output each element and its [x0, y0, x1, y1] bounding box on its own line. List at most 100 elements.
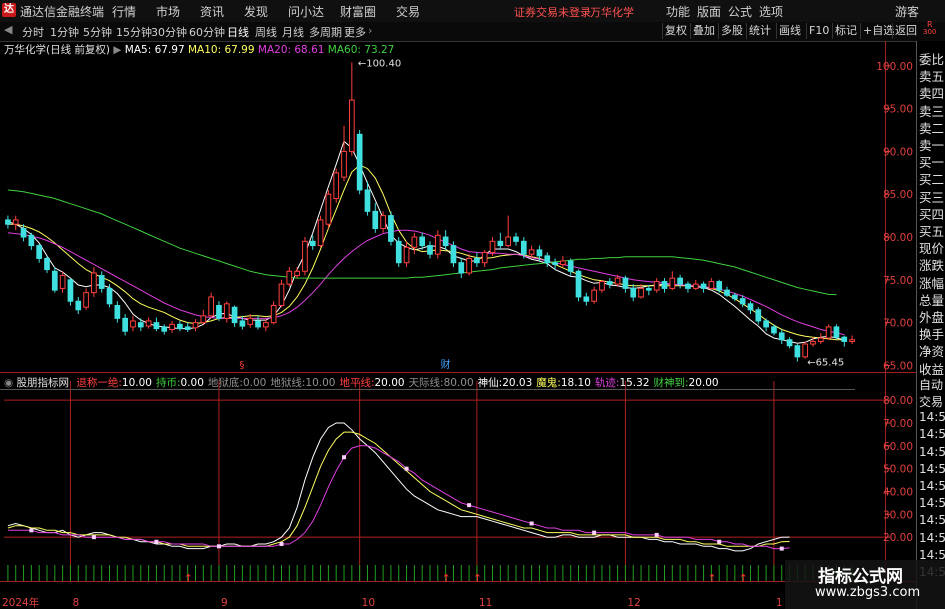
quote-panel-row[interactable]: 买一	[919, 152, 944, 171]
toolbar-button[interactable]: 标记	[832, 23, 859, 39]
candle-body	[145, 320, 152, 327]
candle-body	[419, 236, 426, 247]
period-tab[interactable]: 1分钟	[50, 24, 79, 40]
quote-panel-row[interactable]: 收益	[919, 359, 944, 378]
candle-body	[544, 255, 551, 264]
indicator-legend-value: 0.00	[242, 377, 267, 389]
candle-body	[677, 277, 683, 285]
period-tab[interactable]: 周线	[255, 24, 277, 40]
quote-panel-row[interactable]: 14:5	[919, 513, 945, 527]
quote-panel-row[interactable]: 委比	[919, 49, 944, 68]
quote-panel-row[interactable]: 涨跌	[919, 255, 944, 274]
period-tab[interactable]: 5分钟	[83, 24, 112, 40]
watermark: 指标公式网 www.zbgs3.com	[785, 560, 945, 609]
quote-panel-row[interactable]: 自动	[919, 376, 943, 393]
toolbar-button[interactable]: 叠加	[690, 23, 717, 39]
quote-panel-row[interactable]: 14:5	[919, 445, 945, 459]
candle-body	[802, 343, 809, 358]
quote-panel-row[interactable]: 现价	[919, 238, 944, 257]
x-tick-label: 10	[362, 597, 375, 609]
indicator-dot	[592, 530, 597, 535]
menu-item[interactable]: 资讯	[200, 3, 224, 20]
y-tick-label: 90.00	[883, 146, 913, 158]
quote-panel-row[interactable]: 卖三	[919, 101, 944, 120]
quote-panel-row[interactable]: 卖一	[919, 135, 944, 154]
quote-panel-row[interactable]: 买四	[919, 204, 944, 223]
indicator-legend-value: 10.00	[121, 377, 152, 389]
period-tab[interactable]: 多周期	[309, 24, 342, 40]
period-tab[interactable]: 60分钟	[189, 24, 225, 40]
candle-body	[622, 277, 629, 289]
candle-body	[20, 227, 27, 238]
toolbar-button[interactable]: 统计	[746, 23, 773, 39]
indicator-legend-value: 80.00	[443, 377, 474, 389]
quote-panel-row[interactable]: 涨幅	[919, 273, 944, 292]
app-title: 通达信金融终端	[20, 5, 105, 19]
quote-panel-row[interactable]: 14:5	[919, 496, 945, 510]
toolbar-button[interactable]: F10	[806, 23, 831, 39]
nav-left-icon[interactable]: ◀	[4, 23, 12, 36]
menu-item[interactable]: 行情	[112, 3, 136, 20]
period-tab[interactable]: 月线	[282, 24, 304, 40]
quote-panel-row[interactable]: 总量	[919, 290, 944, 309]
quote-panel-row[interactable]: 14:5	[919, 427, 945, 441]
dropdown-chevron-icon[interactable]: ›	[368, 24, 372, 37]
quote-panel-row[interactable]: 买二	[919, 169, 944, 188]
toolbar-button[interactable]: 复权	[662, 23, 689, 39]
quote-panel-row[interactable]: 换手	[919, 324, 944, 343]
y-tick-label: 40.00	[883, 486, 913, 498]
period-tab[interactable]: 分时	[22, 24, 44, 40]
menu-item[interactable]: 市场	[156, 3, 180, 20]
candle-body	[364, 189, 371, 212]
period-tab[interactable]: 30分钟	[151, 24, 187, 40]
indicator-dot	[91, 535, 96, 540]
menu-item-right[interactable]: 版面	[697, 3, 721, 20]
candle-body	[614, 277, 621, 285]
kline-chart[interactable]: ←100.40←65.45§ 财 ↑ ↑ ↑ ↑ ↑ 65.0070.0075.0080.…	[0, 41, 916, 609]
quote-panel-row[interactable]: 14:5	[919, 479, 945, 493]
quote-panel-row[interactable]: 交易	[919, 393, 943, 410]
menu-item[interactable]: 财富圈	[340, 3, 376, 20]
candle-body	[560, 260, 566, 265]
quote-panel-row[interactable]: 14:5	[919, 462, 945, 476]
candle-body	[739, 298, 746, 305]
indicator-legend-value: 20.00	[688, 377, 719, 389]
toolbar-button[interactable]: 多股	[718, 23, 745, 39]
low-annotation: ←65.45	[807, 358, 844, 369]
indicator-legend-label: 轨迹:	[594, 377, 620, 389]
toolbar-button[interactable]: +自选	[860, 23, 896, 39]
quote-panel-row[interactable]: 买三	[919, 187, 944, 206]
legend-chevron-icon[interactable]: ▶	[113, 44, 121, 56]
candle-body	[575, 270, 582, 298]
quote-panel-row[interactable]: 14:5	[919, 410, 945, 424]
indicator-legend-label: 财神到:	[653, 377, 689, 389]
menu-item[interactable]: 发现	[244, 3, 268, 20]
period-tab[interactable]: 15分钟	[116, 24, 152, 40]
menu-item-right[interactable]: 公式	[728, 3, 752, 20]
candle-body	[286, 270, 293, 285]
quote-panel-row[interactable]: 卖五	[919, 66, 944, 85]
menu-item-right[interactable]: 功能	[666, 3, 690, 20]
menu-item[interactable]: 交易	[396, 3, 420, 20]
indicator-settings-icon[interactable]: ◉	[4, 377, 13, 389]
indicator-name[interactable]: 股朋指标网	[17, 377, 70, 389]
candle-body	[223, 303, 230, 319]
candle-body	[489, 240, 496, 253]
candle-body	[270, 305, 277, 324]
login-notice[interactable]: 证券交易未登录	[514, 4, 591, 20]
y-tick-label: 30.00	[883, 509, 913, 521]
quote-panel-row[interactable]: 买五	[919, 221, 944, 240]
candle-body	[817, 337, 824, 342]
quote-panel-row[interactable]: 14:5	[919, 531, 945, 545]
menu-item[interactable]: 问小达	[288, 3, 324, 20]
quote-panel-row[interactable]: 卖四	[919, 83, 944, 102]
quote-panel-row[interactable]: 卖二	[919, 118, 944, 137]
quote-panel-row[interactable]: 外盘	[919, 307, 944, 326]
toolbar-button[interactable]: 画线	[776, 23, 803, 39]
toolbar-button[interactable]: 返回	[892, 23, 919, 39]
period-tab-active[interactable]: 日线	[227, 24, 249, 40]
period-tab[interactable]: 更多	[344, 24, 366, 40]
menu-item-right[interactable]: 选项	[759, 3, 783, 20]
quote-panel-row[interactable]: 净资	[919, 341, 944, 360]
user-label[interactable]: 游客	[895, 3, 919, 20]
